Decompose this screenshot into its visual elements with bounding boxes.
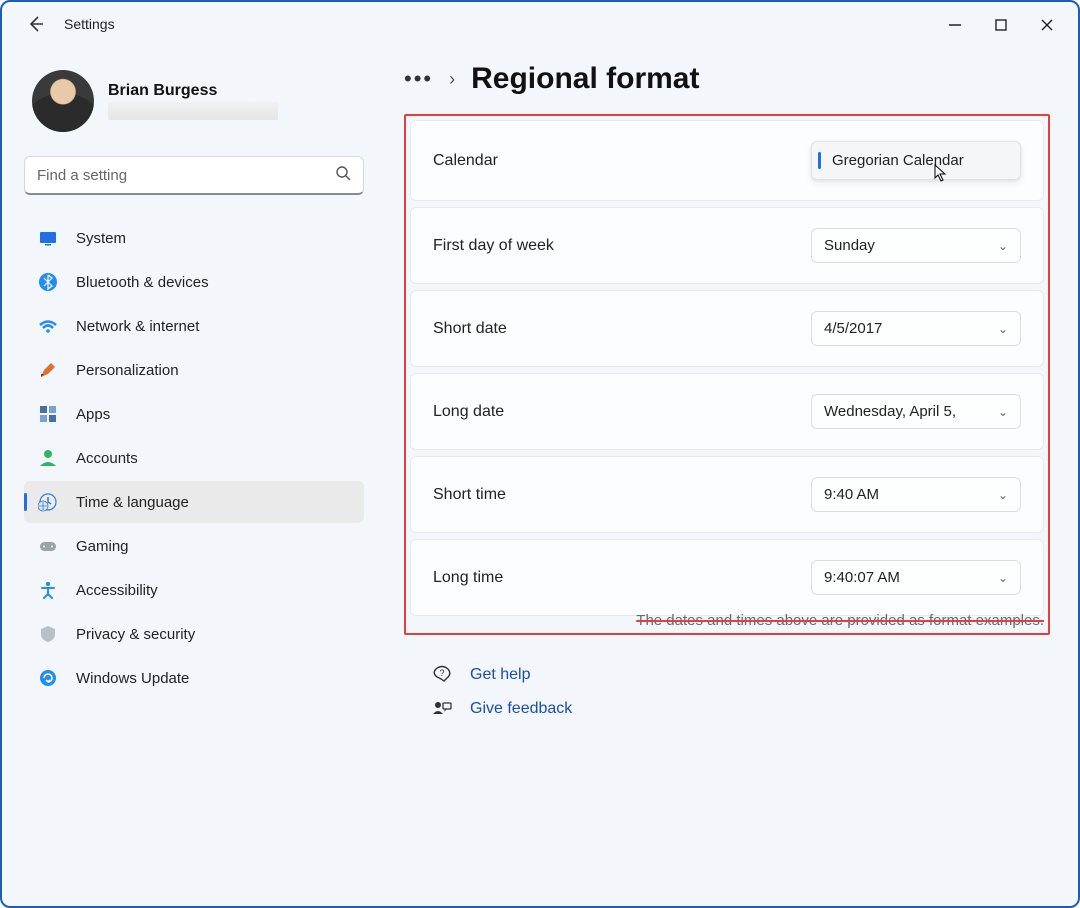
setting-short-date: Short date 4/5/2017 ⌄	[410, 290, 1044, 367]
sidebar-item-label: Bluetooth & devices	[76, 274, 209, 291]
breadcrumb: ••• › Regional format	[404, 62, 1050, 96]
chevron-down-icon: ⌄	[998, 571, 1008, 585]
sidebar-item-label: Network & internet	[76, 318, 199, 335]
settings-window: Settings Brian Burgess Find a setting	[0, 0, 1080, 908]
calendar-dropdown[interactable]: Gregorian Calendar	[811, 141, 1021, 180]
app-title: Settings	[64, 16, 115, 32]
nav: System Bluetooth & devices Network & int…	[24, 217, 364, 699]
profile[interactable]: Brian Burgess	[32, 70, 364, 132]
combo-value: 4/5/2017	[824, 320, 882, 337]
chevron-down-icon: ⌄	[998, 488, 1008, 502]
network-icon	[38, 316, 58, 336]
sidebar-item-bluetooth[interactable]: Bluetooth & devices	[24, 261, 364, 303]
setting-calendar: Calendar Gregorian Calendar	[410, 120, 1044, 201]
sidebar-item-label: Privacy & security	[76, 626, 195, 643]
sidebar-item-label: Accounts	[76, 450, 138, 467]
time-language-icon	[38, 492, 58, 512]
long-time-dropdown[interactable]: 9:40:07 AM ⌄	[811, 560, 1021, 595]
combo-value: 9:40 AM	[824, 486, 879, 503]
link-text: Give feedback	[470, 700, 572, 718]
sidebar-item-label: Accessibility	[76, 582, 158, 599]
setting-long-date: Long date Wednesday, April 5, ⌄	[410, 373, 1044, 450]
sidebar-item-label: Gaming	[76, 538, 129, 555]
header-row: Settings	[2, 10, 1078, 48]
personalization-icon	[38, 360, 58, 380]
setting-label: Calendar	[433, 152, 498, 170]
setting-label: Short date	[433, 320, 507, 338]
sidebar-item-gaming[interactable]: Gaming	[24, 525, 364, 567]
sidebar-item-network[interactable]: Network & internet	[24, 305, 364, 347]
windows-update-icon	[38, 668, 58, 688]
help-links: ? Get help Give feedback	[404, 665, 1050, 719]
privacy-icon	[38, 624, 58, 644]
combo-value: Sunday	[824, 237, 875, 254]
sidebar-item-label: Windows Update	[76, 670, 189, 687]
setting-label: Long date	[433, 403, 504, 421]
short-date-dropdown[interactable]: 4/5/2017 ⌄	[811, 311, 1021, 346]
svg-text:?: ?	[439, 668, 444, 678]
sidebar-item-personalization[interactable]: Personalization	[24, 349, 364, 391]
sidebar-item-label: Personalization	[76, 362, 179, 379]
search-placeholder: Find a setting	[37, 167, 127, 184]
setting-label: Short time	[433, 486, 506, 504]
feedback-icon	[432, 699, 452, 719]
sidebar-item-label: Time & language	[76, 494, 189, 511]
sidebar-item-accessibility[interactable]: Accessibility	[24, 569, 364, 611]
setting-short-time: Short time 9:40 AM ⌄	[410, 456, 1044, 533]
sidebar-item-system[interactable]: System	[24, 217, 364, 259]
sidebar-item-accounts[interactable]: Accounts	[24, 437, 364, 479]
help-icon: ?	[432, 665, 452, 685]
profile-name: Brian Burgess	[108, 82, 278, 100]
profile-subtext	[108, 102, 278, 120]
chevron-right-icon: ›	[449, 69, 455, 90]
chevron-down-icon: ⌄	[998, 405, 1008, 419]
chevron-down-icon: ⌄	[998, 239, 1008, 253]
breadcrumb-ellipsis[interactable]: •••	[404, 66, 433, 92]
system-icon	[38, 228, 58, 248]
search-input[interactable]: Find a setting	[24, 156, 364, 195]
accounts-icon	[38, 448, 58, 468]
gaming-icon	[38, 536, 58, 556]
short-time-dropdown[interactable]: 9:40 AM ⌄	[811, 477, 1021, 512]
long-date-dropdown[interactable]: Wednesday, April 5, ⌄	[811, 394, 1021, 429]
give-feedback-link[interactable]: Give feedback	[432, 699, 1050, 719]
sidebar: Brian Burgess Find a setting System Blue…	[24, 58, 364, 886]
get-help-link[interactable]: ? Get help	[432, 665, 1050, 685]
combo-value: Gregorian Calendar	[826, 152, 964, 169]
sidebar-item-windows-update[interactable]: Windows Update	[24, 657, 364, 699]
setting-label: First day of week	[433, 237, 554, 255]
search-icon	[335, 165, 351, 185]
setting-label: Long time	[433, 569, 503, 587]
chevron-down-icon: ⌄	[998, 322, 1008, 336]
page-title: Regional format	[471, 62, 699, 96]
combo-value: 9:40:07 AM	[824, 569, 900, 586]
accessibility-icon	[38, 580, 58, 600]
back-icon[interactable]	[26, 14, 46, 34]
format-examples-note: The dates and times above are provided a…	[410, 612, 1044, 629]
link-text: Get help	[470, 666, 530, 684]
setting-long-time: Long time 9:40:07 AM ⌄	[410, 539, 1044, 616]
sidebar-item-label: System	[76, 230, 126, 247]
first-day-dropdown[interactable]: Sunday ⌄	[811, 228, 1021, 263]
sidebar-item-privacy[interactable]: Privacy & security	[24, 613, 364, 655]
highlighted-region: Calendar Gregorian Calendar First day of…	[404, 114, 1050, 635]
main-content: ••• › Regional format Calendar Gregorian…	[384, 58, 1056, 886]
bluetooth-icon	[38, 272, 58, 292]
setting-first-day: First day of week Sunday ⌄	[410, 207, 1044, 284]
sidebar-item-label: Apps	[76, 406, 110, 423]
sidebar-item-time-language[interactable]: Time & language	[24, 481, 364, 523]
apps-icon	[38, 404, 58, 424]
combo-value: Wednesday, April 5,	[824, 403, 956, 420]
sidebar-item-apps[interactable]: Apps	[24, 393, 364, 435]
avatar	[32, 70, 94, 132]
